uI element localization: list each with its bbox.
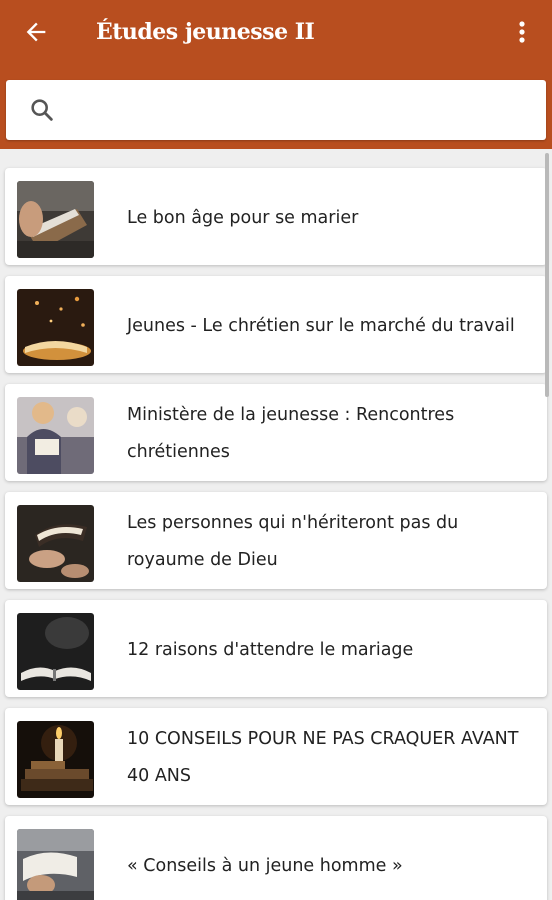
search-input[interactable]	[68, 90, 528, 130]
more-vert-icon	[519, 21, 525, 43]
item-title: Jeunes - Le chrétien sur le marché du tr…	[127, 315, 515, 336]
thumbnail-image	[17, 397, 94, 474]
list-item[interactable]: Jeunes - Le chrétien sur le marché du tr…	[5, 276, 547, 373]
overflow-menu-button[interactable]	[508, 14, 536, 50]
list-item[interactable]: Les personnes qui n'hériteront pas du ro…	[5, 492, 547, 589]
thumbnail-image	[17, 829, 94, 900]
thumbnail-image	[17, 613, 94, 690]
item-title: Les personnes qui n'hériteront pas du ro…	[127, 513, 459, 570]
item-title: « Conseils à un jeune homme »	[127, 855, 403, 876]
list-item[interactable]: Le bon âge pour se marier	[5, 168, 547, 265]
list-item[interactable]: 12 raisons d'attendre le mariage	[5, 600, 547, 697]
item-title: 10 CONSEILS POUR NE PAS CRAQUER AVANT 40…	[127, 729, 519, 786]
thumbnail-image	[17, 289, 94, 366]
search-icon	[31, 99, 53, 121]
list-item[interactable]: 10 CONSEILS POUR NE PAS CRAQUER AVANT 40…	[5, 708, 547, 805]
thumbnail-image	[17, 181, 94, 258]
list-item[interactable]: Ministère de la jeunesse : Rencontres ch…	[5, 384, 547, 481]
thumbnail-image	[17, 505, 94, 582]
scrollbar[interactable]	[545, 153, 549, 397]
thumbnail-image	[17, 721, 94, 798]
page-title: Études jeunesse II	[96, 19, 315, 45]
item-title: 12 raisons d'attendre le mariage	[127, 639, 414, 660]
item-title: Le bon âge pour se marier	[127, 207, 359, 228]
back-button[interactable]	[18, 14, 54, 50]
arrow-left-icon	[26, 22, 46, 42]
search-bar[interactable]	[6, 80, 546, 140]
list-item[interactable]: « Conseils à un jeune homme »	[5, 816, 547, 900]
study-list[interactable]: Le bon âge pour se marier Jeunes - Le ch…	[0, 149, 552, 900]
item-title: Ministère de la jeunesse : Rencontres ch…	[127, 405, 455, 462]
